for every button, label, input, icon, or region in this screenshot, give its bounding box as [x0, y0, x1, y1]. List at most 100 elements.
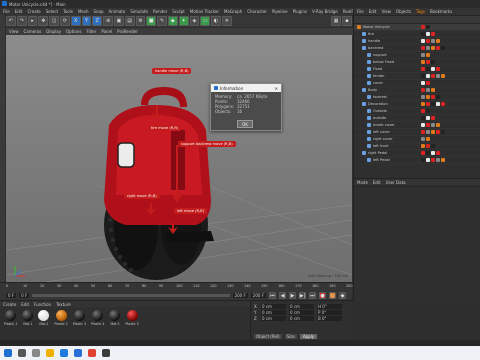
size-mode-select[interactable]: Size: [284, 334, 297, 339]
material-tag-icon[interactable]: [426, 53, 430, 57]
array-icon[interactable]: ✦: [178, 16, 189, 26]
menu-item-character[interactable]: Character: [247, 9, 267, 14]
redo-icon[interactable]: ↷: [16, 16, 27, 26]
material-tag-icon[interactable]: [421, 158, 425, 162]
menu-item-sculpt[interactable]: Sculpt: [172, 9, 185, 14]
file-explorer-icon[interactable]: [46, 349, 54, 357]
coord-size-field[interactable]: 0 cm: [289, 309, 314, 315]
material-ball-icon[interactable]: [22, 310, 34, 321]
store-icon[interactable]: [74, 349, 82, 357]
ok-button[interactable]: OK: [237, 120, 253, 128]
material-tag-icon[interactable]: [431, 116, 435, 120]
object-name[interactable]: Motor Unicycle: [363, 25, 417, 29]
material-tag-icon[interactable]: [441, 102, 445, 106]
close-icon[interactable]: ✕: [275, 86, 278, 91]
material-tag-icon[interactable]: [421, 67, 425, 71]
object-row[interactable]: left cover: [354, 129, 480, 136]
object-row[interactable]: cover: [354, 80, 480, 87]
material-tag-icon[interactable]: [426, 123, 430, 127]
material-tag-icon[interactable]: [421, 123, 425, 127]
material-tag-icon[interactable]: [421, 39, 425, 43]
menu-item-file[interactable]: File: [3, 9, 10, 14]
rotate-icon[interactable]: ⟳: [59, 16, 70, 26]
material-slot[interactable]: Plastic 3: [73, 310, 86, 326]
undo-icon[interactable]: ↶: [6, 16, 16, 26]
menu-item-file[interactable]: File: [357, 9, 364, 14]
edge-icon[interactable]: [60, 349, 68, 357]
material-ball-icon[interactable]: [126, 310, 138, 321]
menu-item-view[interactable]: View: [9, 29, 19, 34]
menu-item-select[interactable]: Select: [46, 9, 58, 14]
object-name[interactable]: Outside: [373, 109, 417, 113]
menu-item-display[interactable]: Display: [46, 29, 61, 34]
deformer-icon[interactable]: ◈: [189, 16, 200, 26]
object-row[interactable]: Fixed: [354, 66, 480, 73]
material-tag-icon[interactable]: [431, 67, 435, 71]
material-tag-icon[interactable]: [421, 74, 425, 78]
material-slot[interactable]: Mat.1: [22, 310, 34, 326]
material-tag-icon[interactable]: [441, 46, 445, 50]
start-icon[interactable]: [4, 349, 12, 357]
material-tag-icon[interactable]: [426, 60, 430, 64]
material-tag-icon[interactable]: [421, 60, 425, 64]
material-tag-icon[interactable]: [431, 151, 435, 155]
menu-item-motion-tracker[interactable]: Motion Tracker: [190, 9, 219, 14]
object-name[interactable]: right cover: [373, 137, 417, 141]
menu-item-create[interactable]: Create: [27, 9, 40, 14]
material-tag-icon[interactable]: [431, 158, 435, 162]
material-tag-icon[interactable]: [436, 158, 440, 162]
menu-item-render[interactable]: Render: [153, 9, 167, 14]
material-tag-icon[interactable]: [426, 130, 430, 134]
fast-forward-icon[interactable]: ⏭: [309, 292, 316, 299]
material-tag-icon[interactable]: [421, 25, 425, 29]
cube-icon[interactable]: ■: [146, 16, 157, 26]
material-tag-icon[interactable]: [421, 109, 425, 113]
select-icon[interactable]: ▸: [27, 16, 38, 26]
floor-icon[interactable]: ▭: [200, 16, 211, 26]
material-tag-icon[interactable]: [421, 81, 425, 85]
object-row[interactable]: left front: [354, 143, 480, 150]
material-tag-icon[interactable]: [436, 123, 440, 127]
material-tag-icon[interactable]: [436, 102, 440, 106]
object-name[interactable]: left cover: [373, 130, 417, 134]
prev-frame-icon[interactable]: ◀: [279, 292, 286, 299]
range-slider[interactable]: [32, 294, 230, 297]
object-name[interactable]: backrest: [368, 46, 417, 50]
material-ball-icon[interactable]: [38, 310, 50, 321]
material-ball-icon[interactable]: [92, 310, 104, 321]
material-tag-icon[interactable]: [431, 123, 435, 127]
task-view-icon[interactable]: [32, 349, 40, 357]
menu-item-mesh[interactable]: Mesh: [78, 9, 89, 14]
material-tag-icon[interactable]: [426, 67, 430, 71]
object-name[interactable]: Fixed: [373, 67, 417, 71]
coord-position-field[interactable]: 0 cm: [261, 303, 286, 309]
material-tag-icon[interactable]: [421, 137, 425, 141]
material-tag-icon[interactable]: [426, 74, 430, 78]
menu-item-bookmarks[interactable]: Bookmarks: [430, 9, 452, 14]
material-tag-icon[interactable]: [431, 74, 435, 78]
object-name[interactable]: outside: [373, 116, 417, 120]
material-tag-icon[interactable]: [431, 95, 435, 99]
lock-icon[interactable]: ▪: [342, 16, 352, 26]
render-picture-icon[interactable]: ▤: [124, 16, 135, 26]
material-slot[interactable]: Plastic 4: [91, 310, 104, 326]
material-tag-icon[interactable]: [421, 144, 425, 148]
menu-item-objects[interactable]: Objects: [396, 9, 411, 14]
material-tag-icon[interactable]: [426, 46, 430, 50]
material-tag-icon[interactable]: [431, 102, 435, 106]
menu-item-tools[interactable]: Tools: [63, 9, 73, 14]
menu-item-edit[interactable]: Edit: [369, 9, 377, 14]
menu-item-options[interactable]: Options: [66, 29, 81, 34]
material-tag-icon[interactable]: [436, 39, 440, 43]
object-row[interactable]: backrest: [354, 45, 480, 52]
object-row[interactable]: Decoration: [354, 101, 480, 108]
menu-item-view[interactable]: View: [381, 9, 391, 14]
material-slot[interactable]: Plastic 5: [125, 310, 139, 326]
menu-item-snap[interactable]: Snap: [93, 9, 103, 14]
object-row[interactable]: right Pedal: [354, 150, 480, 157]
material-slot[interactable]: Plastic 2: [54, 310, 68, 326]
object-mode-select[interactable]: Object (Rel): [254, 334, 282, 339]
material-tag-icon[interactable]: [436, 95, 440, 99]
cinema4d-taskbar-icon[interactable]: [102, 349, 110, 357]
menu-item-edit[interactable]: Edit: [21, 302, 29, 307]
